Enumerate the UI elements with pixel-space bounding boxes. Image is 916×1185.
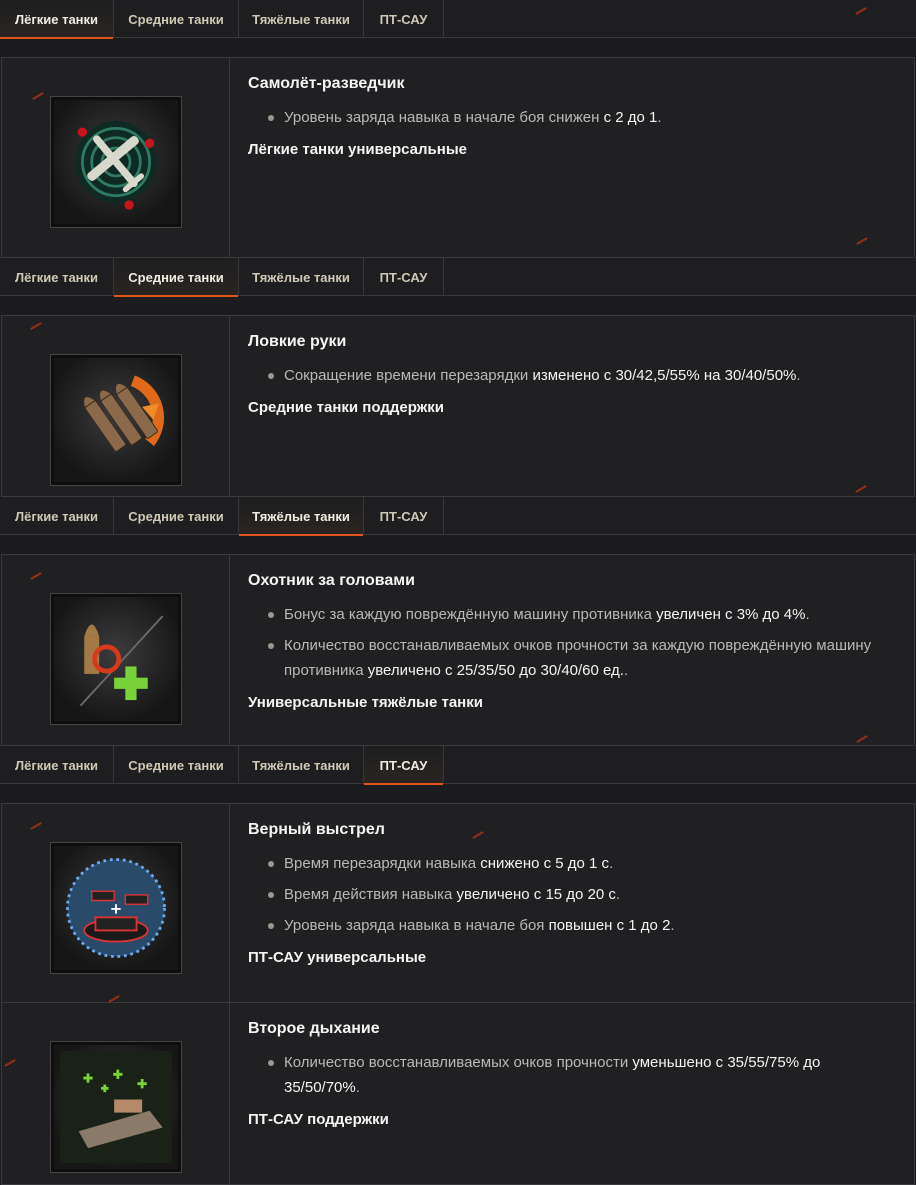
skill-icon-column <box>2 555 230 745</box>
vehicle-class-label: Универсальные тяжёлые танки <box>248 694 483 711</box>
tab-tank-destroyers[interactable]: ПТ-САУ <box>364 497 444 535</box>
change-tail: . <box>609 855 614 872</box>
tab-heavy-tanks[interactable]: Тяжёлые танки <box>239 0 364 38</box>
skill-icon-column <box>2 1003 230 1184</box>
change-highlight: повышен с 1 до 2 <box>544 917 671 934</box>
second-wind-icon <box>60 1051 172 1163</box>
change-text: Бонус за каждую повреждённую машину прот… <box>284 606 652 623</box>
tab-light-tanks[interactable]: Лёгкие танки <box>0 0 114 39</box>
skill-title: Самолёт-разведчик <box>248 75 405 92</box>
change-text: Уровень заряда навыка в начале боя сниже… <box>284 109 600 126</box>
tab-medium-tanks[interactable]: Средние танки <box>114 746 239 784</box>
change-text: Время перезарядки навыка <box>284 855 477 872</box>
skill-icon-frame <box>49 593 182 725</box>
change-item: Уровень заряда навыка в начале боя сниже… <box>268 105 896 130</box>
skill-card: Ловкие руки Сокращение времени перезарядк… <box>1 315 915 497</box>
change-text: Время действия навыка <box>284 886 453 903</box>
change-item: Уровень заряда навыка в начале боя повыш… <box>268 913 896 938</box>
skill-icon-column <box>2 804 230 1002</box>
class-tabbar: Лёгкие танки Средние танки Тяжёлые танки ПТ… <box>0 0 916 39</box>
change-tail: . <box>355 1079 360 1096</box>
change-text: Количество восстанавливаемых очков прочн… <box>284 1054 629 1071</box>
skill-icon-frame <box>49 96 182 228</box>
skill-card: Верный выстрел Время перезарядки навыка с… <box>1 803 915 1003</box>
change-highlight: изменено с 30/42,5/55% на 30/40/50% <box>528 367 797 384</box>
change-list: Время перезарядки навыка снижено с 5 до … <box>248 851 896 938</box>
skill-content: Второе дыхание Количество восстанавливаем… <box>230 1003 914 1184</box>
change-list: Уровень заряда навыка в начале боя сниже… <box>248 105 896 130</box>
change-text: Уровень заряда навыка в начале боя <box>284 917 545 934</box>
true-shot-icon <box>60 852 172 964</box>
tab-light-tanks[interactable]: Лёгкие танки <box>0 746 114 784</box>
skill-title: Второе дыхание <box>248 1020 380 1037</box>
recon-plane-icon <box>60 106 172 218</box>
patch-notes-page: Лёгкие танки Средние танки Тяжёлые танки ПТ… <box>0 0 916 1185</box>
skill-icon-frame <box>49 842 182 974</box>
tab-tank-destroyers[interactable]: ПТ-САУ <box>364 0 444 38</box>
change-item: Время действия навыка увеличено с 15 до … <box>268 882 896 907</box>
skill-content: Ловкие руки Сокращение времени перезарядк… <box>230 316 914 496</box>
skill-icon-column <box>2 58 230 257</box>
change-list: Бонус за каждую повреждённую машину прот… <box>248 602 896 683</box>
class-tabbar: Лёгкие танки Средние танки Тяжёлые танки ПТ… <box>0 258 916 297</box>
tab-tank-destroyers[interactable]: ПТ-САУ <box>364 258 444 296</box>
tab-heavy-tanks[interactable]: Тяжёлые танки <box>239 746 364 784</box>
shells-reload-icon <box>60 364 172 476</box>
headhunter-icon <box>60 603 172 715</box>
change-tail: . <box>623 662 629 679</box>
change-tail: . <box>805 606 810 623</box>
vehicle-class-label: ПТ-САУ поддержки <box>248 1111 389 1128</box>
skill-content: Охотник за головами Бонус за каждую повре… <box>230 555 914 745</box>
change-item: Количество восстанавливаемых очков прочн… <box>268 633 896 683</box>
tab-heavy-tanks[interactable]: Тяжёлые танки <box>239 497 364 536</box>
change-text: Сокращение времени перезарядки <box>284 367 529 384</box>
tab-medium-tanks[interactable]: Средние танки <box>114 0 239 38</box>
tab-medium-tanks[interactable]: Средние танки <box>114 497 239 535</box>
skill-content: Верный выстрел Время перезарядки навыка с… <box>230 804 914 1002</box>
class-tabbar: Лёгкие танки Средние танки Тяжёлые танки ПТ… <box>0 746 916 785</box>
change-item: Сокращение времени перезарядки изменено … <box>268 363 896 388</box>
tab-medium-tanks[interactable]: Средние танки <box>114 258 239 297</box>
vehicle-class-label: Лёгкие танки универсальные <box>248 141 467 158</box>
tab-tank-destroyers[interactable]: ПТ-САУ <box>364 746 444 785</box>
change-highlight: увеличено с 15 до 20 с <box>452 886 616 903</box>
tab-heavy-tanks[interactable]: Тяжёлые танки <box>239 258 364 296</box>
skill-icon-column <box>2 316 230 496</box>
change-list: Количество восстанавливаемых очков прочн… <box>248 1050 896 1100</box>
change-highlight: увеличено с 25/35/50 до 30/40/60 ед. <box>363 662 624 679</box>
change-list: Сокращение времени перезарядки изменено … <box>248 363 896 388</box>
vehicle-class-label: Средние танки поддержки <box>248 399 445 416</box>
skill-content: Самолёт-разведчик Уровень заряда навыка в… <box>230 58 914 257</box>
skill-icon-frame <box>49 354 182 486</box>
change-tail: . <box>796 367 801 384</box>
change-highlight: снижено с 5 до 1 с <box>476 855 610 872</box>
tab-light-tanks[interactable]: Лёгкие танки <box>0 497 114 535</box>
skill-card: Самолёт-разведчик Уровень заряда навыка в… <box>1 57 915 258</box>
skill-card: Второе дыхание Количество восстанавливаем… <box>1 1003 915 1185</box>
change-tail: . <box>670 917 675 934</box>
class-tabbar: Лёгкие танки Средние танки Тяжёлые танки ПТ… <box>0 497 916 536</box>
skill-title: Верный выстрел <box>248 821 385 838</box>
change-tail: . <box>615 886 621 903</box>
skill-title: Ловкие руки <box>248 333 347 350</box>
skill-icon-frame <box>49 1041 182 1173</box>
change-highlight: увеличен с 3% до 4% <box>651 606 806 623</box>
skill-title: Охотник за головами <box>248 572 415 589</box>
vehicle-class-label: ПТ-САУ универсальные <box>248 949 427 966</box>
change-highlight: с 2 до 1 <box>599 109 658 126</box>
change-item: Количество восстанавливаемых очков прочн… <box>268 1050 896 1100</box>
tab-light-tanks[interactable]: Лёгкие танки <box>0 258 114 296</box>
change-tail: . <box>657 109 662 126</box>
change-item: Время перезарядки навыка снижено с 5 до … <box>268 851 896 876</box>
skill-card: Охотник за головами Бонус за каждую повре… <box>1 554 915 746</box>
change-item: Бонус за каждую повреждённую машину прот… <box>268 602 896 627</box>
